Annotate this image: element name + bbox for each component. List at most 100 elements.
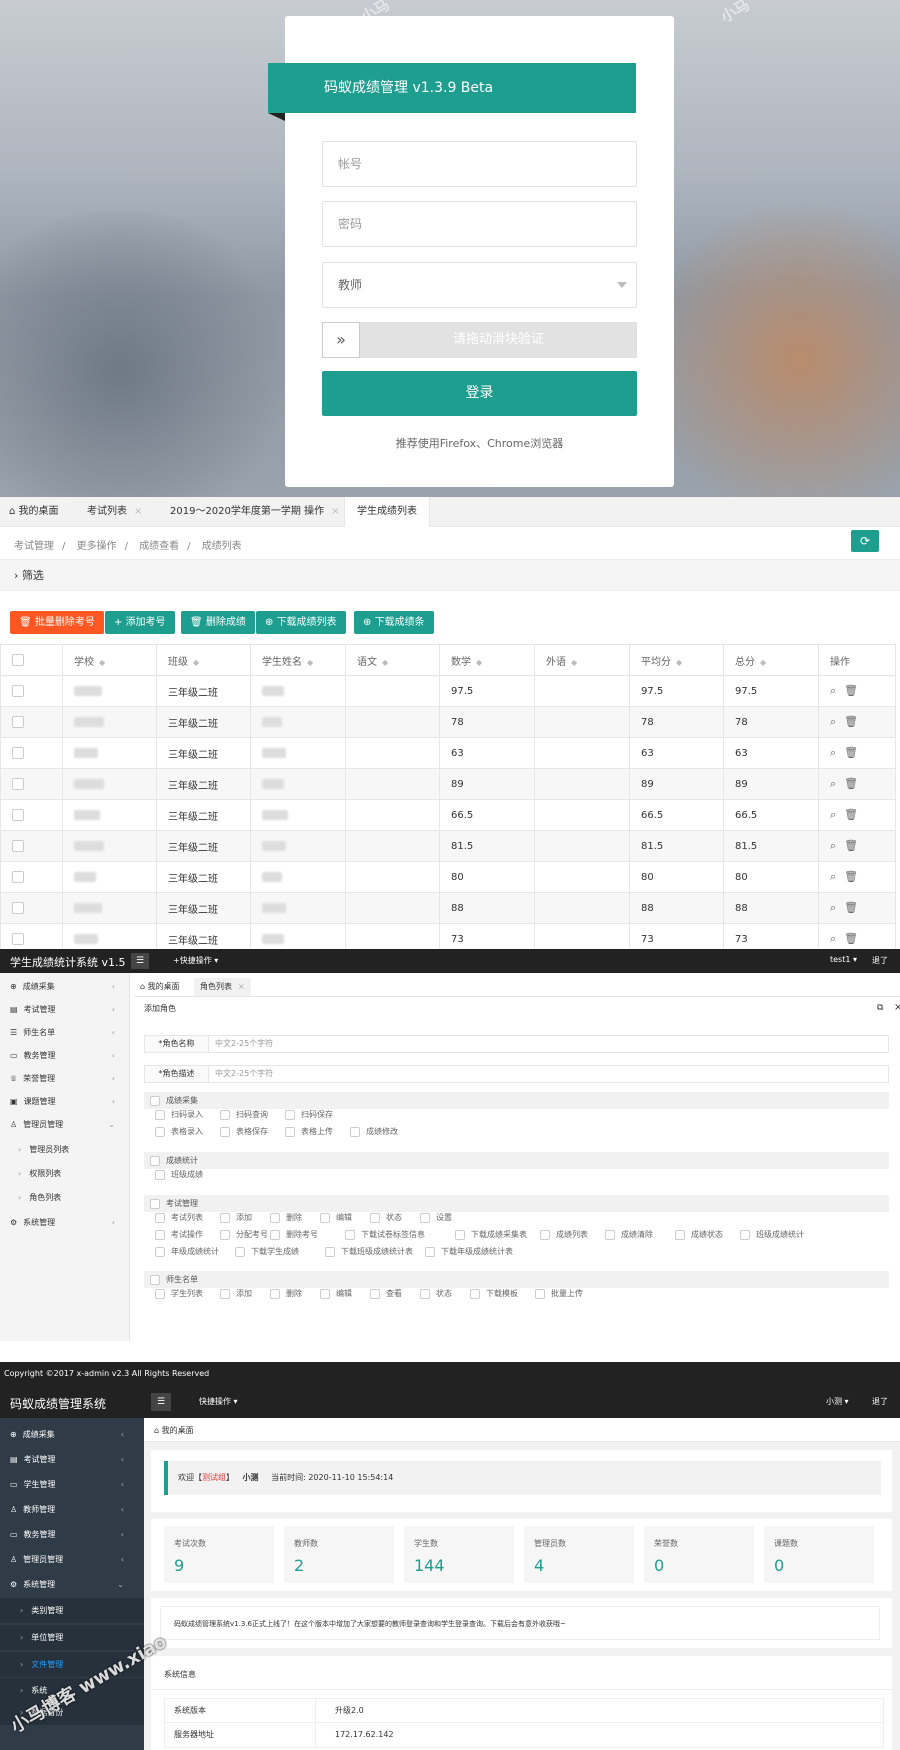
search-icon[interactable]: ⌕	[830, 684, 836, 697]
sidebar-item[interactable]: ▭ 教务管理 ‹	[0, 1522, 144, 1547]
search-icon[interactable]: ⌕	[830, 932, 836, 945]
permission-checkbox[interactable]: 下载试卷标签信息	[345, 1229, 425, 1240]
sidebar-item[interactable]: ♙ 管理员管理 ‹	[0, 1547, 144, 1572]
stat-tile[interactable]: 教师数 2	[284, 1526, 394, 1583]
permission-checkbox[interactable]: 扫码录入	[155, 1109, 203, 1120]
stat-tile[interactable]: 考试次数 9	[164, 1526, 274, 1583]
row-checkbox[interactable]	[12, 778, 24, 790]
quick-ops-menu[interactable]: 快捷操作 ▾	[199, 1396, 238, 1407]
permission-checkbox[interactable]: 删除	[270, 1212, 302, 1223]
permission-checkbox[interactable]: 状态	[420, 1288, 452, 1299]
permission-checkbox[interactable]: 删除考号	[270, 1229, 318, 1240]
sidebar-item[interactable]: ♙ 教师管理 ‹	[0, 1497, 144, 1522]
tab-desktop[interactable]: ⌂ 我的桌面	[0, 497, 68, 527]
filter-toggle[interactable]: › 筛选	[0, 559, 900, 591]
permission-checkbox[interactable]: 分配考号	[220, 1229, 268, 1240]
sidebar-item[interactable]: › 单位管理	[0, 1625, 144, 1650]
trash-icon[interactable]: 🗑	[844, 777, 858, 790]
add-exam-no-button[interactable]: + 添加考号	[105, 611, 175, 634]
login-button[interactable]: 登录	[322, 371, 637, 416]
delete-score-button[interactable]: 🗑 删除成绩	[181, 611, 255, 634]
permission-checkbox[interactable]: 下载模板	[470, 1288, 518, 1299]
permission-group-header[interactable]: 成绩采集	[144, 1092, 889, 1109]
permission-group-header[interactable]: 师生名单	[144, 1271, 889, 1288]
stat-tile[interactable]: 课题数 0	[764, 1526, 874, 1583]
permission-checkbox[interactable]: 下载班级成绩统计表	[325, 1246, 413, 1257]
stat-tile[interactable]: 学生数 144	[404, 1526, 514, 1583]
trash-icon[interactable]: 🗑	[844, 715, 858, 728]
permission-checkbox[interactable]: 批量上传	[535, 1288, 583, 1299]
permission-checkbox[interactable]: 考试操作	[155, 1229, 203, 1240]
trash-icon[interactable]: 🗑	[844, 746, 858, 759]
tab-score-list[interactable]: 学生成绩列表	[344, 497, 430, 527]
group-checkbox[interactable]	[150, 1155, 160, 1166]
search-icon[interactable]: ⌕	[830, 715, 836, 728]
sidebar-item[interactable]: ▭ 学生管理 ‹	[0, 1472, 144, 1497]
trash-icon[interactable]: 🗑	[844, 808, 858, 821]
sidebar-item[interactable]: ⊕ 成绩采集 ‹	[0, 1422, 144, 1447]
permission-checkbox[interactable]: 年级成绩统计	[155, 1246, 219, 1257]
account-input[interactable]: 帐号	[322, 141, 637, 187]
permission-checkbox[interactable]: 成绩修改	[350, 1126, 398, 1137]
permission-checkbox[interactable]: 添加	[220, 1212, 252, 1223]
row-checkbox[interactable]	[12, 747, 24, 759]
trash-icon[interactable]: 🗑	[844, 839, 858, 852]
stat-tile[interactable]: 管理员数 4	[524, 1526, 634, 1583]
row-checkbox[interactable]	[12, 933, 24, 945]
menu-icon[interactable]: ☰	[151, 1393, 171, 1411]
permission-checkbox[interactable]: 状态	[370, 1212, 402, 1223]
permission-checkbox[interactable]: 班级成绩	[155, 1169, 203, 1180]
search-icon[interactable]: ⌕	[830, 808, 836, 821]
permission-checkbox[interactable]: 表格上传	[285, 1126, 333, 1137]
role-select[interactable]: 教师	[322, 262, 637, 308]
permission-checkbox[interactable]: 成绩清除	[605, 1229, 653, 1240]
permission-checkbox[interactable]: 删除	[270, 1288, 302, 1299]
permission-checkbox[interactable]: 下载年级成绩统计表	[425, 1246, 513, 1257]
sidebar-item[interactable]: › 类别管理	[0, 1598, 144, 1623]
permission-checkbox[interactable]: 设置	[420, 1212, 452, 1223]
row-checkbox[interactable]	[12, 685, 24, 697]
search-icon[interactable]: ⌕	[830, 777, 836, 790]
user-menu[interactable]: 小测 ▾	[826, 1396, 849, 1407]
row-checkbox[interactable]	[12, 840, 24, 852]
permission-checkbox[interactable]: 班级成绩统计	[740, 1229, 804, 1240]
download-slip-button[interactable]: ⊕ 下载成绩条	[354, 611, 434, 634]
search-icon[interactable]: ⌕	[830, 746, 836, 759]
search-icon[interactable]: ⌕	[830, 901, 836, 914]
double-chevron-right-icon[interactable]: »	[322, 322, 360, 358]
permission-checkbox[interactable]: 学生列表	[155, 1288, 203, 1299]
group-checkbox[interactable]	[150, 1198, 160, 1209]
permission-checkbox[interactable]: 考试列表	[155, 1212, 203, 1223]
trash-icon[interactable]: 🗑	[844, 901, 858, 914]
permission-checkbox[interactable]: 查看	[370, 1288, 402, 1299]
permission-checkbox[interactable]: 表格录入	[155, 1126, 203, 1137]
group-checkbox[interactable]	[150, 1095, 160, 1106]
batch-delete-button[interactable]: 🗑 批量删除考号	[10, 611, 104, 634]
permission-checkbox[interactable]: 成绩列表	[540, 1229, 588, 1240]
permission-checkbox[interactable]: 添加	[220, 1288, 252, 1299]
close-icon[interactable]: ×	[331, 506, 339, 517]
permission-checkbox[interactable]: 下载成绩采集表	[455, 1229, 527, 1240]
trash-icon[interactable]: 🗑	[844, 870, 858, 883]
permission-group-header[interactable]: 考试管理	[144, 1195, 889, 1212]
row-checkbox[interactable]	[12, 871, 24, 883]
stat-tile[interactable]: 荣誉数 0	[644, 1526, 754, 1583]
password-input[interactable]: 密码	[322, 201, 637, 247]
permission-group-header[interactable]: 成绩统计	[144, 1152, 889, 1169]
permission-checkbox[interactable]: 编辑	[320, 1212, 352, 1223]
search-icon[interactable]: ⌕	[830, 870, 836, 883]
search-icon[interactable]: ⌕	[830, 839, 836, 852]
trash-icon[interactable]: 🗑	[844, 684, 858, 697]
row-checkbox[interactable]	[12, 716, 24, 728]
permission-checkbox[interactable]: 成绩状态	[675, 1229, 723, 1240]
row-checkbox[interactable]	[12, 902, 24, 914]
permission-checkbox[interactable]: 扫码保存	[285, 1109, 333, 1120]
permission-checkbox[interactable]: 表格保存	[220, 1126, 268, 1137]
group-checkbox[interactable]	[150, 1274, 160, 1285]
permission-checkbox[interactable]: 扫码查询	[220, 1109, 268, 1120]
refresh-icon[interactable]: ⟳	[851, 530, 879, 552]
sidebar-item[interactable]: ▤ 考试管理 ‹	[0, 1447, 144, 1472]
select-all-checkbox[interactable]	[12, 654, 24, 666]
row-checkbox[interactable]	[12, 809, 24, 821]
download-list-button[interactable]: ⊕ 下载成绩列表	[256, 611, 346, 634]
